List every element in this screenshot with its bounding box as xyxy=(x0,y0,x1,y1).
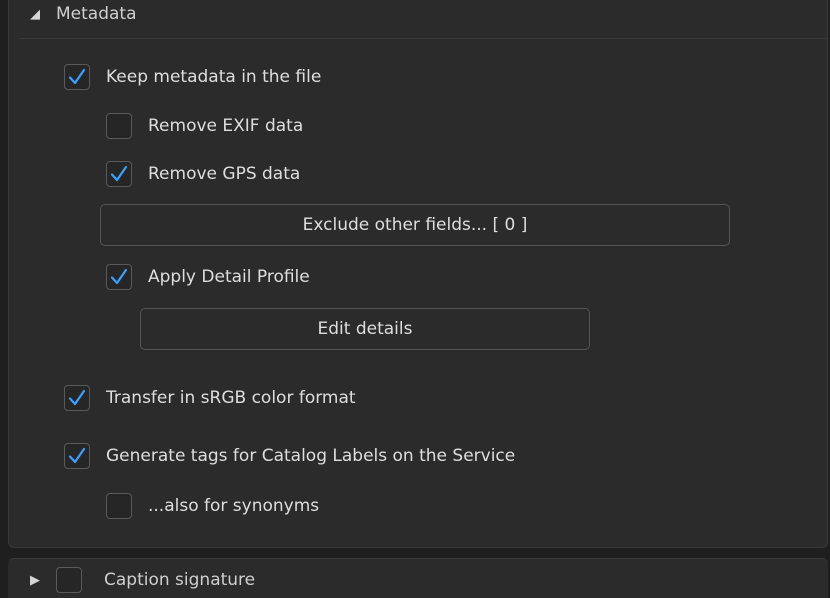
checkmark-icon xyxy=(68,447,86,464)
remove-gps-option[interactable]: Remove GPS data xyxy=(106,159,300,189)
remove-exif-checkbox[interactable] xyxy=(106,113,132,139)
generate-tags-label: Generate tags for Catalog Labels on the … xyxy=(106,446,516,466)
exclude-other-fields-button[interactable]: Exclude other fields... [ 0 ] xyxy=(100,204,730,246)
remove-gps-label: Remove GPS data xyxy=(148,164,301,184)
apply-detail-profile-label: Apply Detail Profile xyxy=(148,267,310,287)
exclude-other-fields-label: Exclude other fields... [ 0 ] xyxy=(302,215,528,235)
section-divider xyxy=(20,38,828,39)
triangle-down-icon[interactable]: ◢ xyxy=(30,7,40,22)
transfer-srgb-checkbox[interactable] xyxy=(64,385,90,411)
edit-details-button[interactable]: Edit details xyxy=(140,308,590,350)
generate-tags-checkbox[interactable] xyxy=(64,443,90,469)
checkmark-icon xyxy=(110,268,128,285)
keep-metadata-label: Keep metadata in the file xyxy=(106,67,322,87)
edit-details-label: Edit details xyxy=(317,319,413,339)
metadata-section-header[interactable]: ◢ Metadata xyxy=(30,0,137,28)
apply-detail-profile-checkbox[interactable] xyxy=(106,264,132,290)
also-synonyms-label: ...also for synonyms xyxy=(148,496,320,516)
transfer-srgb-label: Transfer in sRGB color format xyxy=(106,388,356,408)
remove-gps-checkbox[interactable] xyxy=(106,161,132,187)
remove-exif-label: Remove EXIF data xyxy=(148,116,304,136)
apply-detail-profile-option[interactable]: Apply Detail Profile xyxy=(106,262,310,292)
checkmark-icon xyxy=(68,68,86,85)
remove-exif-option[interactable]: Remove EXIF data xyxy=(106,111,303,141)
keep-metadata-checkbox[interactable] xyxy=(64,64,90,90)
triangle-right-icon[interactable]: ▶ xyxy=(30,573,40,588)
transfer-srgb-option[interactable]: Transfer in sRGB color format xyxy=(64,383,356,413)
keep-metadata-option[interactable]: Keep metadata in the file xyxy=(64,62,321,92)
caption-signature-checkbox[interactable] xyxy=(56,567,82,593)
caption-signature-title: Caption signature xyxy=(104,570,256,590)
generate-tags-option[interactable]: Generate tags for Catalog Labels on the … xyxy=(64,441,515,471)
checkmark-icon xyxy=(110,165,128,182)
also-synonyms-option[interactable]: ...also for synonyms xyxy=(106,491,319,521)
checkmark-icon xyxy=(68,389,86,406)
metadata-section-title: Metadata xyxy=(56,4,137,24)
also-synonyms-checkbox[interactable] xyxy=(106,493,132,519)
